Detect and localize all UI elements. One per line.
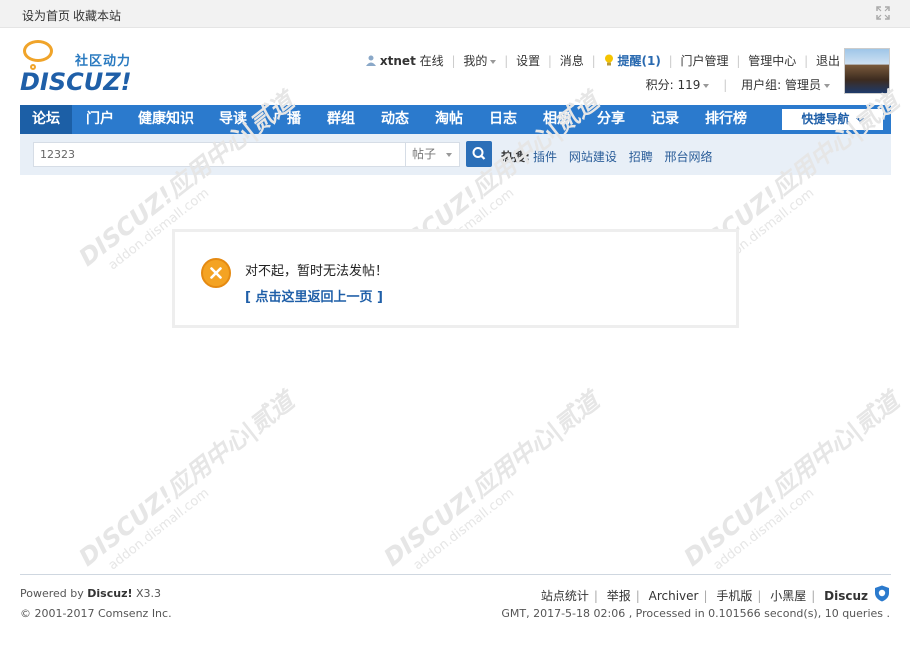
points-menu[interactable]: 积分: 119 — [646, 78, 710, 92]
user-icon — [365, 55, 376, 66]
nav-item-guide[interactable]: 导读 — [207, 105, 259, 134]
user-group-menu[interactable]: 用户组: 管理员 — [741, 78, 830, 92]
nav-item-records[interactable]: 记录 — [639, 105, 691, 134]
copyright: © 2001-2017 Comsenz Inc. — [20, 607, 172, 620]
logo-wordmark: DISCUZ! — [20, 68, 132, 96]
fullscreen-icon[interactable] — [876, 6, 890, 20]
logo-slogan: 社区动力 — [75, 54, 132, 69]
nav-item-groups[interactable]: 群组 — [315, 105, 367, 134]
chevron-down-icon — [855, 117, 864, 122]
hot-search-links: 插件 网站建设 招聘 邢台网络 — [533, 148, 721, 165]
nav-item-feed[interactable]: 动态 — [369, 105, 421, 134]
nav-item-health[interactable]: 健康知识 — [130, 105, 202, 134]
bookmark-site-link[interactable]: 收藏本站 — [73, 7, 121, 24]
remind-link[interactable]: 提醒(1) — [618, 52, 661, 69]
logo-bubble-icon — [23, 40, 53, 62]
search-bar: 12323 帖子 热搜: 插件 网站建设 招聘 邢台网络 — [20, 134, 891, 175]
user-bar: xtnet 在线 | 我的 | 设置 | 消息 | 提醒(1) | 门户管理 |… — [365, 52, 840, 69]
nav-item-forum[interactable]: 论坛 — [20, 105, 72, 134]
search-input[interactable]: 12323 — [33, 142, 406, 167]
top-bar: 设为首页 收藏本站 — [0, 0, 910, 28]
hot-link[interactable]: 招聘 — [629, 150, 653, 164]
error-message-box: 对不起，暂时无法发帖！ [ 点击这里返回上一页 ] — [172, 229, 739, 328]
set-homepage-link[interactable]: 设为首页 — [22, 7, 70, 24]
settings-link[interactable]: 设置 — [516, 52, 540, 69]
username-link[interactable]: xtnet — [380, 54, 416, 68]
nav-item-share[interactable]: 分享 — [585, 105, 637, 134]
messages-link[interactable]: 消息 — [560, 52, 584, 69]
hot-search-label: 热搜: — [501, 150, 530, 164]
archiver-link[interactable]: Archiver — [649, 589, 699, 603]
logout-link[interactable]: 退出 — [816, 52, 840, 69]
quick-nav-button[interactable]: 快捷导航 — [782, 109, 883, 130]
discuz-brand-link[interactable]: Discuz — [824, 589, 868, 603]
chevron-down-icon — [703, 83, 710, 88]
search-type-select[interactable]: 帖子 — [406, 142, 460, 167]
comsenz-link[interactable]: © 2001-2017 Comsenz Inc. — [20, 607, 172, 620]
bulb-icon — [604, 54, 613, 66]
portal-admin-link[interactable]: 门户管理 — [681, 52, 729, 69]
search-icon — [472, 147, 486, 160]
chevron-down-icon — [824, 83, 830, 88]
chevron-down-icon — [490, 59, 497, 64]
report-link[interactable]: 举报 — [607, 589, 631, 603]
footer-divider — [20, 574, 891, 575]
error-message-text: 对不起，暂时无法发帖！ — [245, 264, 389, 279]
hot-link[interactable]: 邢台网络 — [665, 150, 713, 164]
nav-item-broadcast[interactable]: 广播 — [261, 105, 313, 134]
hot-link[interactable]: 插件 — [533, 150, 557, 164]
footer-links: 站点统计 | 举报 | Archiver | 手机版 | 小黑屋 | Discuz — [540, 589, 868, 603]
watermark: DISCUZ!应用中心|贰道addon.dismall.com — [378, 386, 605, 574]
header: 社区动力 DISCUZ! xtnet 在线 | 我的 | 设置 | 消息 | 提… — [0, 28, 910, 104]
search-button[interactable] — [466, 141, 492, 167]
nav-item-collections[interactable]: 淘帖 — [423, 105, 475, 134]
nav-item-blog[interactable]: 日志 — [477, 105, 529, 134]
main-nav: 论坛 门户 健康知识 导读 广播 群组 动态 淘帖 日志 相册 分享 记录 排行… — [20, 105, 891, 134]
processing-stats: GMT, 2017-5-18 02:06 , Processed in 0.10… — [501, 607, 890, 620]
nav-item-portal[interactable]: 门户 — [74, 105, 126, 134]
watermark: DISCUZ!应用中心|贰道addon.dismall.com — [73, 386, 300, 574]
error-icon — [201, 258, 231, 288]
site-logo[interactable]: 社区动力 DISCUZ! — [20, 38, 160, 100]
stats-link[interactable]: 站点统计 — [541, 589, 589, 603]
discuz-link[interactable]: Discuz! — [87, 587, 132, 600]
blacklist-link[interactable]: 小黑屋 — [770, 589, 806, 603]
my-menu[interactable]: 我的 — [463, 52, 497, 69]
admin-center-link[interactable]: 管理中心 — [748, 52, 796, 69]
nav-item-ranking[interactable]: 排行榜 — [695, 105, 757, 134]
mobile-link[interactable]: 手机版 — [716, 589, 752, 603]
powered-by: Powered by Discuz! X3.3 — [20, 587, 162, 600]
user-info-bar: 积分: 119 | 用户组: 管理员 — [646, 76, 830, 93]
shield-icon[interactable] — [874, 585, 890, 602]
chevron-down-icon — [446, 152, 453, 157]
online-status: 在线 — [419, 54, 444, 68]
hot-link[interactable]: 网站建设 — [569, 150, 617, 164]
nav-item-album[interactable]: 相册 — [531, 105, 583, 134]
watermark: DISCUZ!应用中心|贰道addon.dismall.com — [678, 386, 905, 574]
back-link[interactable]: [ 点击这里返回上一页 ] — [245, 286, 383, 305]
avatar[interactable] — [844, 48, 890, 94]
